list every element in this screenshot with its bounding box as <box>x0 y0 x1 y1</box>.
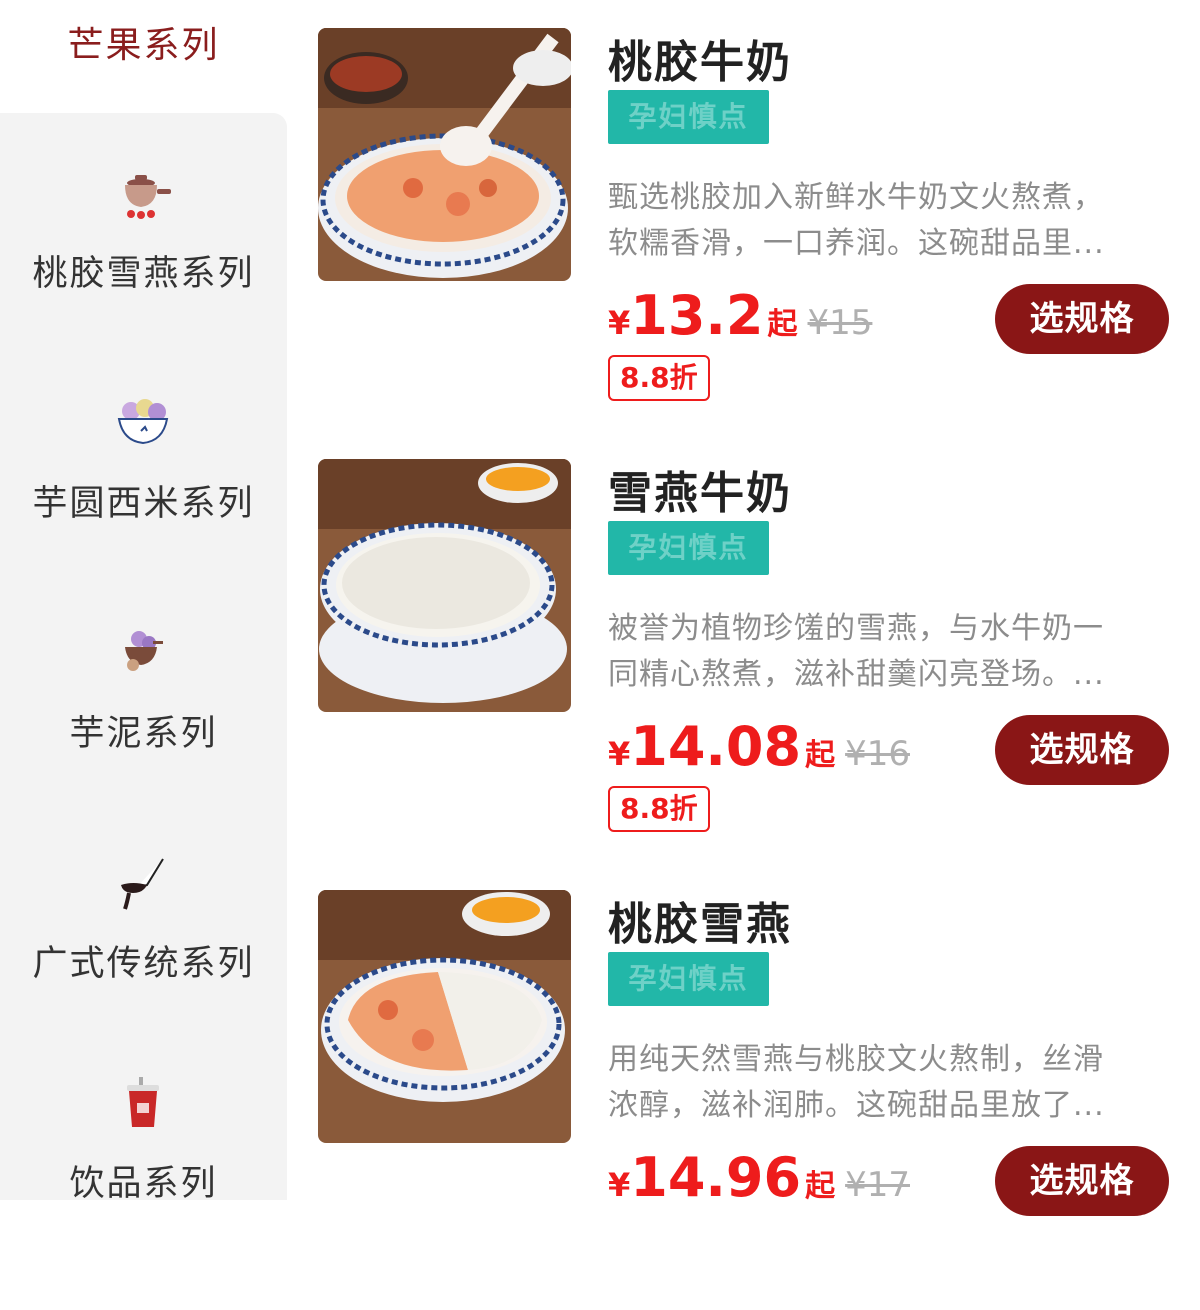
product-photo[interactable] <box>318 459 571 712</box>
currency-symbol: ¥ <box>608 1166 631 1204</box>
price-row: ¥14.08 起 ¥16 <box>608 715 910 785</box>
product-card[interactable]: 桃胶雪燕 孕妇慎点 用纯天然雪燕与桃胶文火熬制，丝滑 浓醇，滋补润肺。这碗甜品里… <box>318 890 1178 1310</box>
description-line: 同精心熬煮，滋补甜羹闪亮登场。... <box>608 657 1105 692</box>
original-price: ¥15 <box>807 303 873 343</box>
description-line: 软糯香滑，一口养润。这碗甜品里... <box>608 226 1105 261</box>
product-description: 用纯天然雪燕与桃胶文火熬制，丝滑 浓醇，滋补润肺。这碗甜品里放了... <box>608 1037 1168 1129</box>
sidebar-item-cantonese-traditional[interactable]: 广式传统系列 <box>0 855 287 1055</box>
sidebar-item-label: 桃胶雪燕系列 <box>32 254 255 294</box>
price-from-label: 起 <box>805 738 836 773</box>
product-photo[interactable] <box>318 28 571 281</box>
product-description: 甄选桃胶加入新鲜水牛奶文火熬煮， 软糯香滑，一口养润。这碗甜品里... <box>608 175 1168 267</box>
description-line: 浓醇，滋补润肺。这碗甜品里放了... <box>608 1088 1105 1123</box>
sesame-paste-spoon-icon <box>113 855 173 915</box>
sale-price: 13.2 <box>630 284 764 347</box>
discount-badge: 8.8折 <box>608 355 710 401</box>
sidebar-item-label: 芋泥系列 <box>69 714 218 754</box>
choose-spec-button[interactable]: 选规格 <box>995 1146 1169 1216</box>
caution-tag: 孕妇慎点 <box>608 952 769 1006</box>
product-name: 雪燕牛奶 <box>608 468 792 519</box>
choose-spec-button[interactable]: 选规格 <box>995 715 1169 785</box>
original-price: ¥16 <box>845 734 910 774</box>
sidebar-item-mango[interactable]: 芒果系列 <box>0 16 287 68</box>
description-line: 被誉为植物珍馐的雪燕，与水牛奶一 <box>608 611 1104 646</box>
description-line: 用纯天然雪燕与桃胶文火熬制，丝滑 <box>608 1042 1104 1077</box>
product-name: 桃胶雪燕 <box>608 899 792 950</box>
taro-paste-icon <box>113 625 173 685</box>
caution-tag: 孕妇慎点 <box>608 521 769 575</box>
product-description: 被誉为植物珍馐的雪燕，与水牛奶一 同精心熬煮，滋补甜羹闪亮登场。... <box>608 606 1168 698</box>
sidebar-item-taro-paste[interactable]: 芋泥系列 <box>0 625 287 825</box>
choose-spec-button[interactable]: 选规格 <box>995 284 1169 354</box>
sidebar-item-label: 饮品系列 <box>69 1164 218 1204</box>
currency-symbol: ¥ <box>608 735 631 773</box>
price-from-label: 起 <box>767 307 798 342</box>
product-photo[interactable] <box>318 890 571 1143</box>
sidebar-item-label: 广式传统系列 <box>32 944 255 984</box>
sale-price: 14.08 <box>630 715 802 778</box>
discount-badge: 8.8折 <box>608 786 710 832</box>
currency-symbol: ¥ <box>608 304 631 342</box>
product-name: 桃胶牛奶 <box>608 37 792 88</box>
product-card[interactable]: 雪燕牛奶 孕妇慎点 被誉为植物珍馐的雪燕，与水牛奶一 同精心熬煮，滋补甜羹闪亮登… <box>318 459 1178 879</box>
sidebar-item-label: 芋圆西米系列 <box>32 484 255 524</box>
taro-ball-bowl-icon <box>113 395 173 455</box>
price-row: ¥13.2 起 ¥15 <box>608 284 872 354</box>
sidebar-item-drinks[interactable]: 饮品系列 <box>0 1075 287 1275</box>
original-price: ¥17 <box>845 1165 910 1205</box>
category-sidebar: 桃胶雪燕系列 芋圆西米系列 芋泥系列 广式传统系列 饮品系列 <box>0 113 287 1204</box>
price-row: ¥14.96 起 ¥17 <box>608 1146 910 1216</box>
caution-tag: 孕妇慎点 <box>608 90 769 144</box>
price-from-label: 起 <box>805 1169 836 1204</box>
sidebar-active-section: 芒果系列 <box>0 0 287 113</box>
product-card[interactable]: 桃胶牛奶 孕妇慎点 甄选桃胶加入新鲜水牛奶文火熬煮， 软糯香滑，一口养润。这碗甜… <box>318 28 1178 448</box>
sidebar-item-peach-gum-snow-swallow[interactable]: 桃胶雪燕系列 <box>0 165 287 365</box>
sidebar-item-taro-ball-sago[interactable]: 芋圆西米系列 <box>0 395 287 595</box>
clay-pot-icon <box>113 165 173 225</box>
drink-cup-icon <box>113 1075 173 1135</box>
description-line: 甄选桃胶加入新鲜水牛奶文火熬煮， <box>608 180 1104 215</box>
